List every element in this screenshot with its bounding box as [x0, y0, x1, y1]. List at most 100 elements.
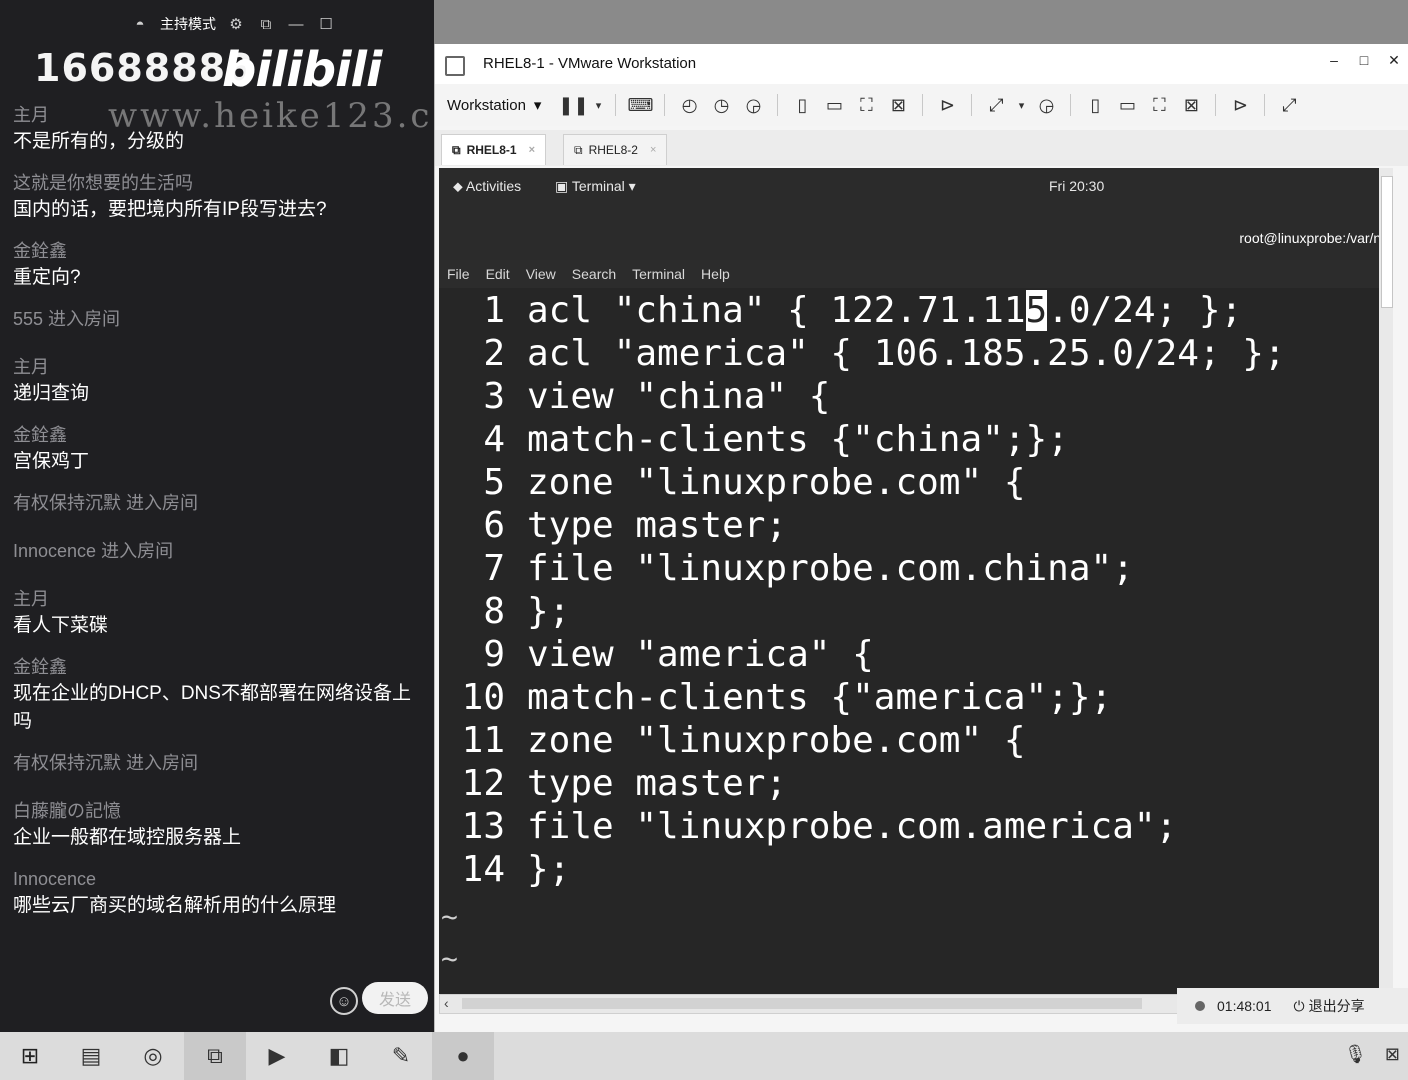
- host-controls: ◓ 主持模式 ⚙ ⧉ — ☐: [130, 14, 336, 34]
- chat-message: 白藤朧の記憶 企业一般都在域控服务器上: [13, 798, 423, 852]
- toolbar-divider: [777, 94, 779, 116]
- line-text: };: [527, 849, 571, 890]
- gnome-top-bar: ⬥ Activities ▣ Terminal ▾ Fri 20:30: [439, 168, 1393, 204]
- scrollbar-thumb[interactable]: [462, 998, 1142, 1009]
- chat-text: 现在企业的DHCP、DNS不都部署在网络设备上吗: [13, 683, 411, 732]
- show-library-icon[interactable]: ▯: [1082, 92, 1108, 118]
- close-tab-icon[interactable]: ×: [650, 144, 656, 156]
- unity-icon[interactable]: ⊠: [1178, 92, 1204, 118]
- video-app-icon[interactable]: ▶: [246, 1032, 308, 1080]
- maximize-icon[interactable]: □: [1349, 52, 1379, 69]
- line-number: 5: [483, 462, 505, 503]
- chat-message: 主月 不是所有的，分级的: [13, 102, 423, 156]
- chat-text: 哪些云厂商买的域名解析用的什么原理: [13, 895, 337, 916]
- menu-file[interactable]: File: [447, 266, 470, 282]
- menu-edit[interactable]: Edit: [486, 266, 510, 282]
- chat-message-list: 主月 不是所有的，分级的 这就是你想要的生活吗 国内的话，要把境内所有IP段写进…: [13, 102, 423, 934]
- emoji-icon[interactable]: ☺: [330, 987, 358, 1015]
- chat-message: 金銓鑫 宫保鸡丁: [13, 422, 423, 476]
- minimize-icon[interactable]: —: [286, 14, 306, 34]
- snapshot-manager-icon[interactable]: ◶: [740, 92, 766, 118]
- send-button[interactable]: 发送: [362, 982, 428, 1014]
- toolbar-divider: [922, 94, 924, 116]
- scroll-left-icon[interactable]: ‹: [444, 995, 449, 1011]
- code-line: 8 };: [439, 591, 1393, 634]
- menu-help[interactable]: Help: [701, 266, 730, 282]
- terminal-titlebar: root@linuxprobe:/var/na: [439, 204, 1393, 260]
- toolbar-divider: [664, 94, 666, 116]
- room-number: 16688888: [34, 46, 254, 90]
- thumbnail-bar-icon[interactable]: ▭: [821, 92, 847, 118]
- clock[interactable]: Fri 20:30: [1049, 178, 1104, 194]
- browser-icon[interactable]: ◎: [122, 1032, 184, 1080]
- windows-start-icon[interactable]: ⊞: [0, 1032, 60, 1080]
- file-explorer-icon[interactable]: ▤: [60, 1032, 122, 1080]
- vmware-taskbar-icon[interactable]: ⧉: [184, 1032, 246, 1080]
- code-line: 4 match-clients {"china";};: [439, 419, 1393, 462]
- menu-search[interactable]: Search: [572, 266, 616, 282]
- line-number: 12: [461, 763, 505, 804]
- menu-terminal[interactable]: Terminal: [632, 266, 685, 282]
- stretch-guest-icon[interactable]: ⤢: [1276, 92, 1302, 118]
- guest-display[interactable]: ⬥ Activities ▣ Terminal ▾ Fri 20:30 root…: [439, 168, 1393, 1004]
- live-chat-panel: ◓ 主持模式 ⚙ ⧉ — ☐ 16688888 bilibili www.hei…: [0, 0, 434, 1032]
- popout-icon[interactable]: ⧉: [256, 14, 276, 34]
- horizontal-scrollbar[interactable]: ‹: [439, 994, 1181, 1014]
- line-number: 13: [461, 806, 505, 847]
- activities-button[interactable]: ⬥ Activities: [453, 178, 521, 195]
- code-line: 13 file "linuxprobe.com.america";: [439, 806, 1393, 849]
- settings-gear-icon[interactable]: ⚙: [226, 14, 246, 34]
- workstation-menu-label: Workstation: [447, 96, 526, 114]
- line-text: match-clients {"america";};: [527, 677, 1113, 718]
- pause-icon[interactable]: ❚❚: [558, 92, 588, 118]
- microphone-icon[interactable]: 🎙: [1344, 1044, 1367, 1065]
- join-notice: 有权保持沉默 进入房间: [13, 493, 198, 513]
- chat-message: 金銓鑫 重定向?: [13, 238, 423, 292]
- bilibili-logo: bilibili: [222, 42, 382, 98]
- dropdown-arrow-icon[interactable]: ▾: [1015, 92, 1027, 118]
- show-library-icon[interactable]: ▯: [789, 92, 815, 118]
- line-number: 7: [483, 548, 505, 589]
- vim-editor[interactable]: 1 acl "china" { 122.71.115.0/24; }; 2 ac…: [439, 288, 1393, 1000]
- dropdown-arrow-icon[interactable]: ▾: [592, 92, 604, 118]
- line-number: 10: [461, 677, 505, 718]
- share-timer: 01:48:01: [1217, 998, 1272, 1014]
- recorder-app-icon[interactable]: ●: [432, 1032, 494, 1080]
- toolbar-divider: [1264, 94, 1266, 116]
- maximize-icon[interactable]: ☐: [316, 14, 336, 34]
- line-text: type master;: [527, 505, 788, 546]
- full-screen-icon[interactable]: ⛶: [853, 92, 879, 118]
- code-line: 7 file "linuxprobe.com.china";: [439, 548, 1393, 591]
- console-view-icon[interactable]: ⊳: [934, 92, 960, 118]
- send-ctrl-alt-del-icon[interactable]: ⌨: [627, 92, 653, 118]
- line-number: 1: [483, 290, 505, 331]
- tool-app-icon[interactable]: ✎: [370, 1032, 432, 1080]
- console-view-icon[interactable]: ⊳: [1227, 92, 1253, 118]
- terminal-title: root@linuxprobe:/var/na: [1239, 230, 1389, 246]
- exit-share-button[interactable]: ⏻ 退出分享: [1294, 996, 1365, 1016]
- stretch-guest-icon[interactable]: ⤢: [983, 92, 1009, 118]
- workstation-menu[interactable]: Workstation ▾: [447, 96, 541, 115]
- host-mode-label[interactable]: 主持模式: [160, 14, 216, 34]
- full-screen-icon[interactable]: ⛶: [1146, 92, 1172, 118]
- snapshot-icon[interactable]: ◴: [676, 92, 702, 118]
- tray-app-icon[interactable]: ⊠: [1385, 1044, 1400, 1065]
- thumbnail-bar-icon[interactable]: ▭: [1114, 92, 1140, 118]
- tab-rhel8-2[interactable]: ⧉ RHEL8-2 ×: [563, 134, 668, 165]
- snapshot-icon[interactable]: ◶: [1033, 92, 1059, 118]
- line-text-segment: .0/24; };: [1047, 290, 1243, 331]
- close-icon[interactable]: ✕: [1379, 52, 1408, 69]
- line-text-segment: acl "china" { 122.71.11: [527, 290, 1026, 331]
- revert-snapshot-icon[interactable]: ◷: [708, 92, 734, 118]
- scrollbar-thumb[interactable]: [1381, 176, 1393, 308]
- menu-view[interactable]: View: [526, 266, 556, 282]
- minimize-icon[interactable]: –: [1319, 52, 1349, 69]
- chat-message: 主月 递归查询: [13, 354, 423, 408]
- tab-rhel8-1[interactable]: ⧉ RHEL8-1 ×: [441, 134, 547, 165]
- unity-icon[interactable]: ⊠: [885, 92, 911, 118]
- code-line: 11 zone "linuxprobe.com" {: [439, 720, 1393, 763]
- vertical-scrollbar[interactable]: [1379, 168, 1393, 1004]
- close-tab-icon[interactable]: ×: [529, 144, 535, 156]
- editor-app-icon[interactable]: ◧: [308, 1032, 370, 1080]
- terminal-app-menu[interactable]: ▣ Terminal ▾: [555, 178, 636, 195]
